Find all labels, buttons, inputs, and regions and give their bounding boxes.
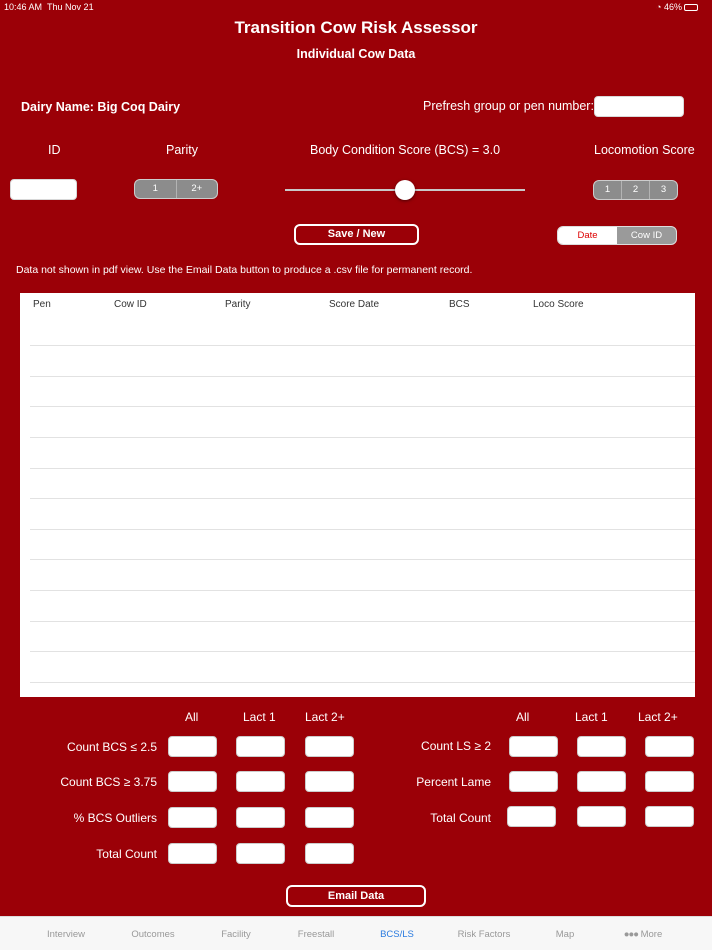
ls-count-lact1-field[interactable]	[577, 736, 626, 757]
ellipsis-icon: ●●●	[623, 929, 639, 940]
bcs-label: Body Condition Score (BCS) = 3.0	[310, 143, 501, 157]
tab-interview[interactable]: Interview	[26, 929, 106, 940]
table-header-cow-id: Cow ID	[114, 299, 147, 310]
locomotion-label: Locomotion Score	[594, 143, 695, 157]
table-row	[30, 406, 695, 407]
parity-option-2plus[interactable]: 2+	[177, 180, 218, 198]
table-row	[30, 559, 695, 560]
ls-col-all: All	[516, 710, 530, 724]
cow-data-table[interactable]: Pen Cow ID Parity Score Date BCS Loco Sc…	[20, 293, 695, 697]
bcs-col-lact2plus: Lact 2+	[305, 710, 345, 724]
pdf-note: Data not shown in pdf view. Use the Emai…	[16, 264, 473, 276]
ls-row-lame-label: Percent Lame	[416, 775, 491, 789]
locomotion-option-2[interactable]: 2	[622, 181, 650, 199]
pen-input[interactable]	[594, 96, 684, 117]
bcs-slider-thumb[interactable]	[395, 180, 415, 200]
table-header-loco-score: Loco Score	[533, 299, 584, 310]
tab-facility[interactable]: Facility	[196, 929, 276, 940]
tab-outcomes[interactable]: Outcomes	[113, 929, 193, 940]
tab-map[interactable]: Map	[525, 929, 605, 940]
bcs-col-all: All	[185, 710, 199, 724]
bcs-outliers-lact2plus-field[interactable]	[305, 807, 354, 828]
bcs-low-lact1-field[interactable]	[236, 736, 285, 757]
ls-count-all-field[interactable]	[509, 736, 558, 757]
ls-total-lact2plus-field[interactable]	[645, 806, 694, 827]
table-header-bcs: BCS	[449, 299, 470, 310]
ls-row-total-label: Total Count	[430, 811, 491, 825]
ls-count-lact2plus-field[interactable]	[645, 736, 694, 757]
table-row	[30, 345, 695, 346]
bcs-high-lact1-field[interactable]	[236, 771, 285, 792]
bcs-row-low-label: Count BCS ≤ 2.5	[67, 740, 157, 754]
bcs-low-lact2plus-field[interactable]	[305, 736, 354, 757]
bcs-outliers-all-field[interactable]	[168, 807, 217, 828]
bcs-outliers-lact1-field[interactable]	[236, 807, 285, 828]
bcs-col-lact1: Lact 1	[243, 710, 276, 724]
table-header-parity: Parity	[225, 299, 251, 310]
ls-lame-all-field[interactable]	[509, 771, 558, 792]
id-input[interactable]	[10, 179, 77, 200]
bcs-total-all-field[interactable]	[168, 843, 217, 864]
table-row	[30, 437, 695, 438]
table-row	[30, 529, 695, 530]
bcs-row-outliers-label: % BCS Outliers	[73, 811, 157, 825]
ls-lame-lact1-field[interactable]	[577, 771, 626, 792]
save-new-button[interactable]: Save / New	[294, 224, 419, 245]
bcs-low-all-field[interactable]	[168, 736, 217, 757]
tab-freestall[interactable]: Freestall	[276, 929, 356, 940]
dairy-name-label: Dairy Name: Big Coq Dairy	[21, 100, 181, 114]
parity-segmented-control[interactable]: 1 2+	[134, 179, 218, 199]
status-battery: ◔ 46%	[656, 2, 699, 12]
locomotion-segmented-control[interactable]: 1 2 3	[593, 180, 678, 200]
sort-option-cow-id[interactable]: Cow ID	[617, 227, 676, 244]
table-row	[30, 376, 695, 377]
tab-risk-factors[interactable]: Risk Factors	[444, 929, 524, 940]
locomotion-option-3[interactable]: 3	[650, 181, 677, 199]
parity-label: Parity	[166, 143, 198, 157]
tab-more[interactable]: ●●● More	[603, 929, 683, 940]
tab-bcs-ls[interactable]: BCS/LS	[357, 929, 437, 940]
table-header-pen: Pen	[33, 299, 51, 310]
ls-total-lact1-field[interactable]	[577, 806, 626, 827]
email-data-button[interactable]: Email Data	[286, 885, 426, 907]
bcs-high-lact2plus-field[interactable]	[305, 771, 354, 792]
ls-col-lact2plus: Lact 2+	[638, 710, 678, 724]
ls-total-all-field[interactable]	[507, 806, 556, 827]
parity-option-1[interactable]: 1	[135, 180, 177, 198]
sort-toggle[interactable]: Date Cow ID	[557, 226, 677, 245]
bcs-total-lact1-field[interactable]	[236, 843, 285, 864]
bcs-high-all-field[interactable]	[168, 771, 217, 792]
table-row	[30, 651, 695, 652]
status-time: 10:46 AM Thu Nov 21	[4, 2, 94, 12]
page-title: Transition Cow Risk Assessor	[234, 18, 478, 37]
bcs-total-lact2plus-field[interactable]	[305, 843, 354, 864]
page-subtitle: Individual Cow Data	[296, 47, 416, 61]
table-row	[30, 498, 695, 499]
ls-lame-lact2plus-field[interactable]	[645, 771, 694, 792]
locomotion-option-1[interactable]: 1	[594, 181, 622, 199]
table-header-score-date: Score Date	[329, 299, 380, 310]
table-row	[30, 468, 695, 469]
battery-icon	[684, 4, 699, 12]
wifi-icon: ◔	[656, 2, 662, 12]
bcs-row-total-label: Total Count	[96, 847, 157, 861]
table-row	[30, 590, 695, 591]
pen-label: Prefresh group or pen number:	[423, 99, 594, 113]
table-row	[30, 682, 695, 683]
tab-bar: Interview Outcomes Facility Freestall BC…	[0, 916, 712, 950]
table-row	[30, 621, 695, 622]
sort-option-date[interactable]: Date	[558, 227, 617, 244]
ls-col-lact1: Lact 1	[575, 710, 608, 724]
ls-row-count-label: Count LS ≥ 2	[421, 739, 491, 753]
id-label: ID	[48, 143, 61, 157]
bcs-row-high-label: Count BCS ≥ 3.75	[60, 775, 157, 789]
